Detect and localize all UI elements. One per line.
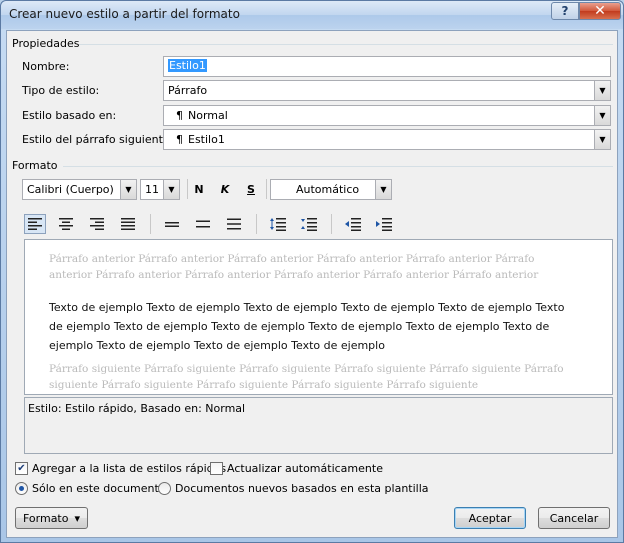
help-button[interactable]: ? — [551, 2, 579, 20]
toolbar-separator — [150, 214, 151, 234]
next-style-value: Estilo1 — [188, 133, 225, 146]
font-color-value: Automático — [296, 183, 360, 196]
increase-indent-icon — [376, 218, 392, 231]
cancel-button[interactable]: Cancelar — [538, 507, 610, 529]
decrease-spacing-button[interactable] — [298, 214, 320, 234]
only-this-document-radio[interactable] — [15, 482, 28, 495]
one-half-spacing-icon — [196, 220, 210, 228]
based-on-label: Estilo basado en: — [22, 109, 117, 122]
underline-button[interactable]: S — [240, 179, 262, 199]
style-type-label: Tipo de estilo: — [22, 84, 100, 97]
style-description: Estilo: Estilo rápido, Basado en: Normal — [24, 397, 613, 454]
name-input[interactable]: Estilo1 — [163, 56, 611, 77]
format-menu-button[interactable]: Formato ▾ — [15, 507, 88, 529]
toolbar-separator — [266, 179, 267, 199]
bold-button[interactable]: N — [188, 179, 210, 199]
font-value: Calibri (Cuerpo) — [27, 183, 114, 196]
title-bar[interactable]: Crear nuevo estilo a partir del formato … — [1, 1, 623, 29]
close-button[interactable]: ✕ — [579, 2, 621, 20]
close-icon: ✕ — [594, 3, 606, 19]
name-input-value: Estilo1 — [168, 59, 207, 72]
justify-icon — [121, 218, 135, 230]
italic-icon: K — [220, 182, 230, 196]
new-documents-radio[interactable] — [158, 482, 171, 495]
justify-button[interactable] — [117, 214, 139, 234]
single-spacing-icon — [165, 222, 179, 227]
auto-update-checkbox[interactable] — [210, 462, 223, 475]
font-size-select[interactable]: 11 ▼ — [140, 179, 180, 200]
double-spacing-icon — [227, 218, 241, 230]
format-menu-label: Formato — [22, 511, 69, 525]
sample-paragraph-text: Texto de ejemplo Texto de ejemplo Texto … — [49, 301, 565, 352]
align-left-button[interactable] — [24, 214, 46, 234]
style-type-value: Párrafo — [168, 84, 208, 97]
properties-divider — [79, 44, 613, 45]
double-spacing-button[interactable] — [223, 214, 245, 234]
accept-button[interactable]: Aceptar — [454, 507, 526, 529]
one-half-spacing-button[interactable] — [192, 214, 214, 234]
checkmark-icon: ✔ — [17, 463, 26, 474]
bold-icon: N — [194, 182, 204, 196]
increase-spacing-button[interactable] — [267, 214, 289, 234]
format-divider — [63, 166, 613, 167]
chevron-down-icon[interactable]: ▼ — [594, 81, 610, 100]
help-icon: ? — [561, 4, 569, 18]
decrease-paragraph-spacing-icon — [301, 218, 317, 231]
previous-paragraph-text: Párrafo anterior Párrafo anterior Párraf… — [49, 253, 539, 281]
align-center-icon — [59, 218, 73, 230]
add-quick-styles-label[interactable]: Agregar a la lista de estilos rápidos — [32, 462, 226, 475]
chevron-down-icon[interactable]: ▼ — [594, 130, 610, 149]
chevron-down-icon[interactable]: ▼ — [375, 180, 391, 199]
font-size-value: 11 — [145, 183, 159, 196]
paragraph-mark-icon: ¶ — [176, 133, 183, 146]
name-label: Nombre: — [22, 60, 70, 73]
dialog-window: Crear nuevo estilo a partir del formato … — [0, 0, 624, 543]
font-select[interactable]: Calibri (Cuerpo) ▼ — [22, 179, 137, 200]
cancel-label: Cancelar — [549, 511, 599, 525]
new-documents-label[interactable]: Documentos nuevos basados en esta planti… — [175, 482, 429, 495]
auto-update-label[interactable]: Actualizar automáticamente — [227, 462, 383, 475]
add-quick-styles-checkbox[interactable]: ✔ — [15, 462, 28, 475]
align-right-icon — [90, 218, 104, 230]
format-section-label: Formato — [12, 159, 58, 172]
chevron-down-icon[interactable]: ▼ — [594, 106, 610, 125]
style-preview: Párrafo anterior Párrafo anterior Párraf… — [24, 239, 613, 395]
decrease-indent-button[interactable] — [342, 214, 364, 234]
toolbar-separator — [256, 214, 257, 234]
chevron-down-icon: ▾ — [74, 511, 81, 525]
increase-indent-button[interactable] — [373, 214, 395, 234]
decrease-indent-icon — [345, 218, 361, 231]
increase-paragraph-spacing-icon — [270, 218, 286, 231]
underline-icon: S — [247, 182, 255, 196]
properties-section-label: Propiedades — [12, 37, 80, 50]
accept-label: Aceptar — [468, 511, 512, 525]
next-paragraph-text: Párrafo siguiente Párrafo siguiente Párr… — [49, 363, 564, 391]
align-right-button[interactable] — [86, 214, 108, 234]
next-style-label: Estilo del párrafo siguiente: — [22, 133, 174, 146]
based-on-select[interactable]: ¶ Normal ▼ — [163, 105, 611, 126]
chevron-down-icon[interactable]: ▼ — [120, 180, 136, 199]
dialog-body: Propiedades Nombre: Estilo1 Tipo de esti… — [6, 30, 618, 538]
only-this-document-label[interactable]: Sólo en este documento — [32, 482, 166, 495]
align-center-button[interactable] — [55, 214, 77, 234]
align-left-icon — [28, 218, 42, 230]
style-description-text: Estilo: Estilo rápido, Basado en: Normal — [28, 402, 246, 415]
based-on-value: Normal — [188, 109, 228, 122]
chevron-down-icon[interactable]: ▼ — [163, 180, 179, 199]
style-type-select[interactable]: Párrafo ▼ — [163, 80, 611, 101]
toolbar-separator — [331, 214, 332, 234]
dialog-title: Crear nuevo estilo a partir del formato — [9, 7, 240, 21]
single-spacing-button[interactable] — [161, 214, 183, 234]
font-color-select[interactable]: Automático ▼ — [270, 179, 392, 200]
italic-button[interactable]: K — [214, 179, 236, 199]
paragraph-mark-icon: ¶ — [176, 109, 183, 122]
next-style-select[interactable]: ¶ Estilo1 ▼ — [163, 129, 611, 150]
